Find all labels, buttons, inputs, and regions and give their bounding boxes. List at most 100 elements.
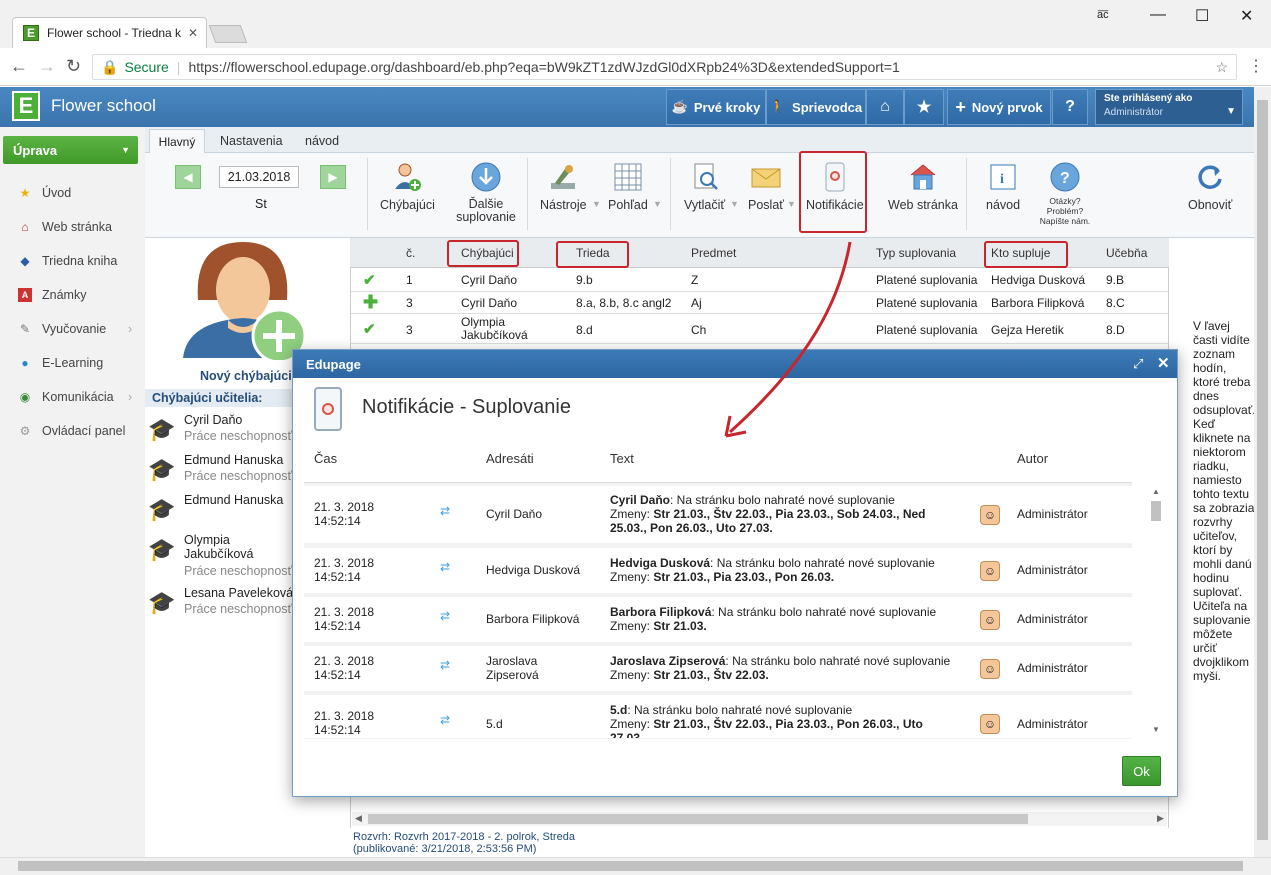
chevron-down-icon[interactable]: ▼	[787, 199, 796, 209]
tab-hlavny[interactable]: Hlavný	[149, 129, 205, 154]
graduation-cap-icon: 🎓	[148, 417, 176, 442]
forward-icon[interactable]: →	[38, 56, 56, 77]
edupage-logo[interactable]: E	[12, 91, 40, 121]
grid-scroll-thumb[interactable]	[368, 814, 1028, 824]
questions-button[interactable]: ? Otázky? Problém? Napíšte nám.	[1037, 160, 1093, 226]
chrome-menu-icon[interactable]: ⋮	[1248, 56, 1264, 76]
plus-icon: +	[955, 96, 966, 117]
bookmark-star-icon[interactable]: ☆	[1215, 59, 1228, 76]
dialog-scrollbar[interactable]	[1148, 486, 1164, 738]
maximize-icon[interactable]: ☐	[1195, 6, 1209, 26]
scroll-right-icon[interactable]: ▶	[1157, 813, 1164, 824]
notification-row[interactable]: 21. 3. 2018 14:52:14 ⇄ Hedviga Dusková He…	[304, 548, 1132, 593]
grid-row[interactable]: ✔ 1 Cyril Daňo 9.b Z Platené suplovania …	[351, 268, 1168, 292]
new-missing-avatar[interactable]	[183, 240, 309, 364]
col-time[interactable]: Čas	[314, 451, 337, 466]
sidebar-item-vyucovanie[interactable]: ✎ Vyučovanie ›	[18, 319, 143, 339]
col-number[interactable]: č.	[406, 246, 415, 260]
highlight-class	[556, 241, 629, 268]
tab-nastavenia[interactable]: Nastavenia	[220, 134, 283, 148]
website-button[interactable]: Web stránka	[888, 160, 958, 212]
manual-button[interactable]: i návod	[986, 160, 1020, 212]
close-icon[interactable]: ✕	[1157, 354, 1170, 372]
refresh-button[interactable]: Obnoviť	[1188, 160, 1232, 212]
absent-teacher-item[interactable]: 🎓 Cyril Daňo Práce neschopnosť	[148, 413, 293, 453]
phone-notification-icon	[314, 387, 342, 431]
scroll-left-icon[interactable]: ◀	[355, 813, 362, 824]
info-book-icon: i	[986, 160, 1020, 194]
help-button[interactable]: ?	[1052, 89, 1088, 125]
grid-row[interactable]: ✚ 3 Cyril Daňo 8.a, 8.b, 8.c angl2 Aj Pl…	[351, 292, 1168, 314]
sidebar-item-komunikacia[interactable]: ◉ Komunikácia ›	[18, 387, 143, 407]
absent-teacher-item[interactable]: 🎓 Edmund Hanuska	[148, 493, 293, 533]
new-tab-button[interactable]	[208, 25, 248, 43]
date-field[interactable]: 21.03.2018	[219, 166, 299, 188]
dialog-scroll-thumb[interactable]	[1151, 501, 1161, 521]
ribbon-divider	[367, 158, 368, 230]
chevron-down-icon[interactable]: ▼	[730, 199, 739, 209]
reload-icon[interactable]: ↻	[66, 56, 81, 77]
chevron-down-icon[interactable]: ▼	[653, 199, 662, 209]
tools-button[interactable]: Nástroje	[540, 160, 587, 212]
absent-teacher-item[interactable]: 🎓 Olympia Jakubčíková Práce neschopnosť	[148, 533, 293, 581]
scroll-down-icon[interactable]: ▼	[1152, 725, 1160, 734]
notification-row[interactable]: 21. 3. 2018 14:52:14 ⇄ Barbora Filipková …	[304, 597, 1132, 642]
notifications-button[interactable]: Notifikácie	[806, 160, 864, 212]
notification-row[interactable]: 21. 3. 2018 14:52:14 ⇄ 5.d 5.d: Na stránk…	[304, 695, 1132, 738]
print-button[interactable]: Vytlačiť	[684, 160, 725, 212]
page-scroll-thumb[interactable]	[1257, 100, 1268, 840]
sidebar-item-web[interactable]: ⌂ Web stránka	[18, 217, 112, 237]
back-icon[interactable]: ←	[10, 56, 28, 77]
chevron-right-icon: ›	[128, 390, 133, 404]
home-icon: ⌂	[880, 98, 890, 115]
ok-button[interactable]: Ok	[1122, 756, 1161, 786]
account-icon[interactable]: a͞c	[1097, 9, 1109, 21]
new-item-button[interactable]: + Nový prvok	[947, 89, 1051, 125]
user-menu[interactable]: Ste prihlásený ako Administrátor ▼	[1095, 89, 1243, 125]
browser-tab[interactable]: E Flower school - Triedna k ✕	[12, 17, 207, 48]
col-text[interactable]: Text	[610, 451, 634, 466]
sidebar-item-znamky[interactable]: A Známky	[18, 285, 86, 305]
sidebar-item-triedna-kniha[interactable]: ◆ Triedna kniha	[18, 251, 117, 271]
guide-button[interactable]: 🚶 Sprievodca	[766, 89, 866, 125]
tab-close-icon[interactable]: ✕	[188, 26, 198, 40]
first-steps-button[interactable]: ☕ Prvé kroky	[666, 89, 766, 125]
grid-row[interactable]: ✔ 3 Olympia Jakubčíková 8.d Ch Platené s…	[351, 314, 1168, 344]
col-recipients[interactable]: Adresáti	[486, 451, 534, 466]
window-close-icon[interactable]: ✕	[1240, 6, 1253, 26]
swap-arrows-icon: ⇄	[440, 504, 451, 518]
page-hscroll-thumb[interactable]	[18, 861, 1243, 871]
next-day-button[interactable]: ▶	[320, 165, 346, 189]
url-field[interactable]: 🔒 Secure | https://flowerschool.edupage.…	[92, 54, 1237, 80]
favorites-button[interactable]: ★	[904, 89, 944, 125]
col-subject[interactable]: Predmet	[691, 246, 736, 260]
home-button[interactable]: ⌂	[866, 89, 904, 125]
edit-dropdown-button[interactable]: Úprava ▼	[3, 136, 138, 164]
avatar: ☺	[980, 610, 1000, 630]
expand-icon[interactable]: ⤢	[1133, 356, 1143, 372]
new-missing-label[interactable]: Nový chýbajúci	[200, 369, 292, 383]
sidebar-item-ovladaci-panel[interactable]: ⚙ Ovládací panel	[18, 421, 126, 441]
notification-row[interactable]: 21. 3. 2018 14:52:14 ⇄ Jaroslava Zipserov…	[304, 646, 1132, 691]
timetable-info: Rozvrh: Rozvrh 2017-2018 - 2. polrok, St…	[353, 831, 575, 855]
send-button[interactable]: Poslať	[748, 160, 784, 212]
col-author[interactable]: Autor	[1017, 451, 1048, 466]
user-name: Administrátor	[1104, 107, 1163, 118]
next-substitution-button[interactable]: Ďalšie suplovanie	[456, 160, 516, 224]
absent-teacher-item[interactable]: 🎓 Lesana Paveleková Práce neschopnosť	[148, 586, 293, 626]
col-type[interactable]: Typ suplovania	[876, 246, 956, 260]
ribbon-divider	[670, 158, 671, 230]
chevron-down-icon[interactable]: ▼	[592, 199, 601, 209]
minimize-icon[interactable]: —	[1150, 6, 1166, 24]
sidebar-item-uvod[interactable]: ★ Úvod	[18, 183, 72, 203]
tab-navod[interactable]: návod	[305, 134, 339, 148]
prev-day-button[interactable]: ◀	[175, 165, 201, 189]
view-button[interactable]: Pohľad	[608, 160, 648, 212]
notification-row[interactable]: 21. 3. 2018 14:52:14 ⇄ Cyril Daňo Cyril D…	[304, 486, 1132, 543]
walker-icon: 🚶	[769, 99, 787, 114]
absent-teacher-item[interactable]: 🎓 Edmund Hanuska Práce neschopnosť	[148, 453, 293, 493]
scroll-up-icon[interactable]: ▲	[1152, 487, 1160, 496]
sidebar-item-elearning[interactable]: ● E-Learning	[18, 353, 103, 373]
col-room[interactable]: Učebňa	[1106, 246, 1147, 260]
missing-button[interactable]: Chýbajúci	[380, 160, 435, 212]
